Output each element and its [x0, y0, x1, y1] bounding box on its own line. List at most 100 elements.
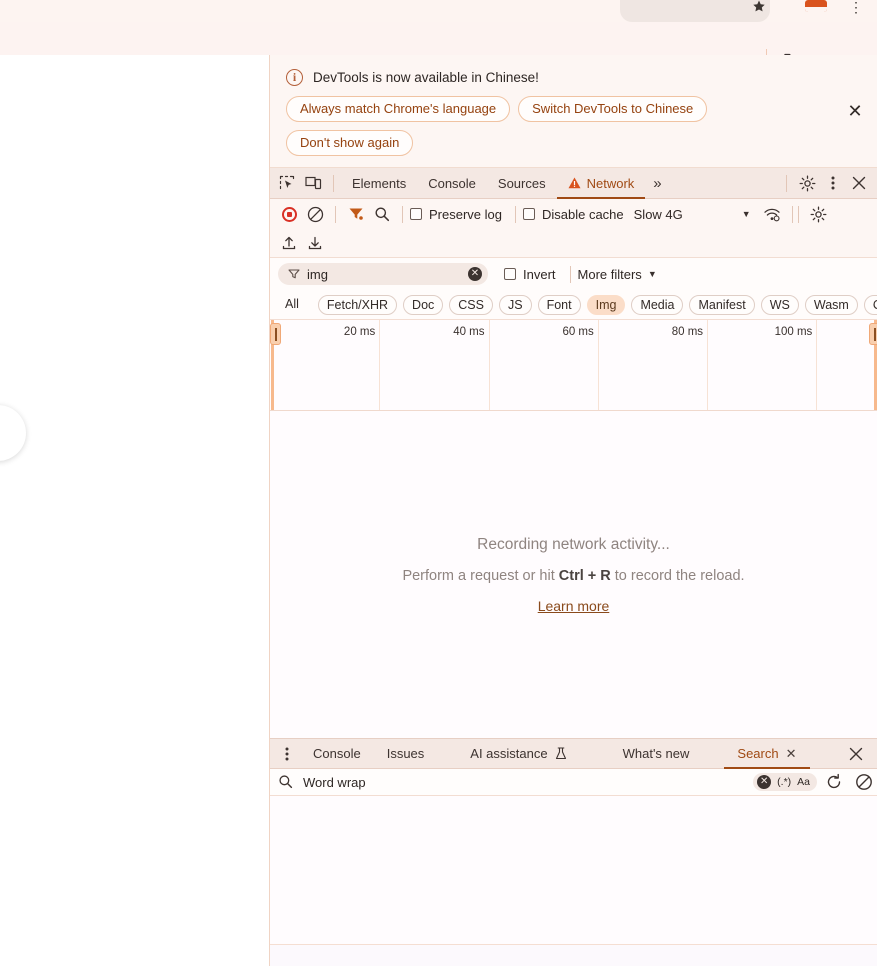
screenshot-root: ⋮ 所有书签 自定义 Chrome i	[0, 0, 877, 966]
overview-tick: 80 ms	[671, 326, 704, 338]
drawer-tab-ai-assistance[interactable]: AI assistance	[457, 739, 579, 769]
disable-cache-box	[522, 208, 535, 220]
preserve-log-checkbox[interactable]: Preserve log	[410, 207, 502, 222]
resource-type-pills: All Fetch/XHR Doc CSS JS Font Img Media …	[270, 290, 877, 320]
regex-toggle[interactable]: (.*)	[777, 776, 791, 788]
disable-cache-label: Disable cache	[541, 206, 624, 222]
hint-before: Perform a request or hit	[402, 567, 559, 584]
pill-img[interactable]: Img	[586, 294, 626, 315]
devtools-drawer: Console Issues AI assistance What's new …	[270, 738, 877, 966]
more-filters-button[interactable]: More filters ▼	[578, 267, 657, 282]
drawer-tab-whats-new[interactable]: What's new	[610, 739, 703, 769]
warning-triangle-icon	[568, 177, 581, 189]
drawer-tab-search-label: Search	[737, 745, 779, 761]
always-match-language-button[interactable]: Always match Chrome's language	[286, 96, 511, 122]
overview-inner: 20 ms 40 ms 60 ms 80 ms 100 ms	[270, 320, 877, 410]
drawer-search-input[interactable]: Word wrap	[278, 774, 745, 790]
pill-manifest[interactable]: Manifest	[689, 294, 755, 315]
pill-fetch-xhr[interactable]: Fetch/XHR	[317, 294, 398, 315]
disable-cache-checkbox[interactable]: Disable cache	[522, 206, 624, 222]
browser-tab-strip: ⋮	[0, 0, 877, 22]
pill-wasm[interactable]: Wasm	[804, 294, 858, 315]
tab-sources[interactable]: Sources	[487, 168, 557, 199]
language-banner: i DevTools is now available in Chinese! …	[270, 55, 877, 168]
browser-menu-icon[interactable]: ⋮	[849, 0, 863, 18]
toolbar-separator-5	[797, 205, 799, 223]
drawer-tab-issues[interactable]: Issues	[374, 739, 438, 769]
devtools-tabbar: Elements Console Sources Network »	[270, 168, 877, 199]
record-stop-icon[interactable]	[276, 201, 302, 227]
more-options-icon[interactable]	[820, 170, 846, 196]
overview-right-handle[interactable]	[869, 323, 877, 345]
more-tabs-icon[interactable]: »	[645, 175, 669, 192]
toolbar-separator-4	[791, 205, 793, 223]
settings-gear-icon[interactable]	[794, 170, 820, 196]
browser-tab[interactable]	[620, 0, 770, 22]
overview-tick: 20 ms	[343, 326, 376, 338]
overview-tick: 100 ms	[774, 326, 813, 338]
network-toolbar-row2	[270, 229, 877, 258]
recording-hint-text: Perform a request or hit Ctrl + R to rec…	[402, 568, 744, 584]
dont-show-again-button[interactable]: Don't show again	[286, 130, 414, 156]
page-content-area: 自定义 Chrome	[0, 55, 269, 966]
drawer-more-options-icon[interactable]	[274, 741, 300, 767]
pill-ws[interactable]: WS	[760, 294, 799, 315]
tab-elements[interactable]: Elements	[341, 168, 417, 199]
overview-left-handle[interactable]	[270, 323, 281, 345]
network-toolbar: Preserve log Disable cache Slow 4G ▼	[270, 199, 877, 229]
hint-after: to record the reload.	[610, 567, 745, 584]
import-har-icon[interactable]	[276, 230, 302, 256]
network-settings-gear-icon[interactable]	[806, 201, 832, 227]
overview-tick: 60 ms	[562, 326, 594, 338]
pill-js[interactable]: JS	[498, 294, 532, 315]
close-search-tab-icon[interactable]: ✕	[786, 739, 797, 769]
export-har-icon[interactable]	[302, 230, 328, 256]
clear-filter-icon[interactable]: ✕	[468, 267, 482, 281]
switch-to-chinese-button[interactable]: Switch DevTools to Chinese	[518, 96, 708, 122]
throttling-dropdown[interactable]: Slow 4G ▼	[634, 207, 751, 222]
info-icon: i	[286, 69, 303, 86]
drawer-tab-console[interactable]: Console	[300, 739, 374, 769]
drawer-tab-ai-label: AI assistance	[470, 745, 548, 761]
tab-network[interactable]: Network	[557, 168, 646, 199]
filter-separator	[569, 265, 571, 283]
filter-input[interactable]: img ✕	[278, 263, 488, 285]
search-icon	[278, 774, 294, 790]
pill-media[interactable]: Media	[631, 294, 684, 315]
close-devtools-icon[interactable]	[846, 170, 872, 196]
inspect-element-icon[interactable]	[274, 170, 300, 196]
close-icon[interactable]: ✕	[845, 102, 865, 122]
clear-network-log-icon[interactable]	[302, 201, 328, 227]
invert-box	[504, 268, 516, 280]
pill-all[interactable]: All	[278, 295, 306, 315]
clear-search-icon[interactable]: ✕	[757, 775, 772, 789]
toolbar-separator-3	[514, 205, 516, 223]
drawer-tab-search[interactable]: Search ✕	[724, 739, 809, 769]
network-filter-row: img ✕ Invert More filters ▼	[270, 258, 877, 290]
extension-icon[interactable]	[805, 0, 827, 12]
bookmark-star-icon[interactable]	[752, 0, 766, 13]
pill-other[interactable]: Other	[863, 294, 877, 315]
clear-results-icon[interactable]	[855, 773, 873, 791]
drawer-right-actions	[843, 741, 877, 767]
wifi-conditions-icon[interactable]	[759, 201, 785, 227]
close-drawer-icon[interactable]	[843, 741, 869, 767]
invert-checkbox[interactable]: Invert	[504, 267, 556, 282]
device-toolbar-icon[interactable]	[300, 170, 326, 196]
chevron-down-icon: ▼	[647, 269, 657, 279]
match-case-toggle[interactable]: Aa	[797, 776, 810, 788]
pill-css[interactable]: CSS	[449, 294, 493, 315]
tabbar-separator	[333, 174, 334, 192]
drawer-tabbar: Console Issues AI assistance What's new …	[270, 739, 877, 769]
tab-console[interactable]: Console	[417, 168, 487, 199]
overview-tick: 40 ms	[453, 326, 485, 338]
pill-font[interactable]: Font	[537, 294, 581, 315]
learn-more-link[interactable]: Learn more	[538, 598, 610, 614]
network-overview-timeline[interactable]: 20 ms 40 ms 60 ms 80 ms 100 ms	[270, 320, 877, 411]
toolbar-separator-1	[335, 205, 336, 223]
tab-network-label: Network	[586, 175, 635, 191]
filter-funnel-icon[interactable]	[343, 201, 369, 227]
search-icon[interactable]	[369, 201, 395, 227]
pill-doc[interactable]: Doc	[403, 294, 444, 315]
refresh-search-icon[interactable]	[825, 773, 843, 791]
